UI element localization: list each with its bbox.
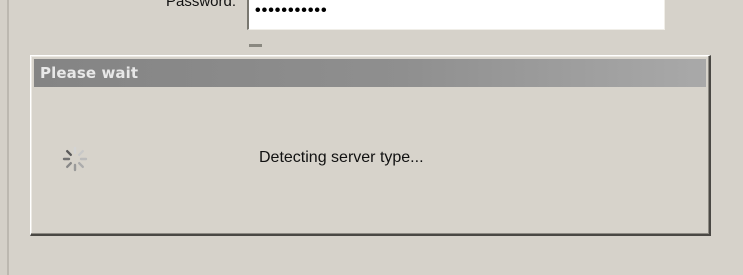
please-wait-dialog: Please wait Detecting server type... (30, 55, 711, 236)
status-message: Detecting server type... (259, 149, 424, 166)
password-row: Password: ••••••••••• (0, 0, 743, 40)
password-label: Password: (165, 0, 236, 10)
loading-spinner-icon (62, 146, 88, 172)
password-field[interactable]: ••••••••••• (247, 0, 665, 30)
dialog-title-bar[interactable]: Please wait (34, 59, 706, 87)
field-divider (249, 44, 262, 47)
dialog-title: Please wait (40, 64, 139, 82)
